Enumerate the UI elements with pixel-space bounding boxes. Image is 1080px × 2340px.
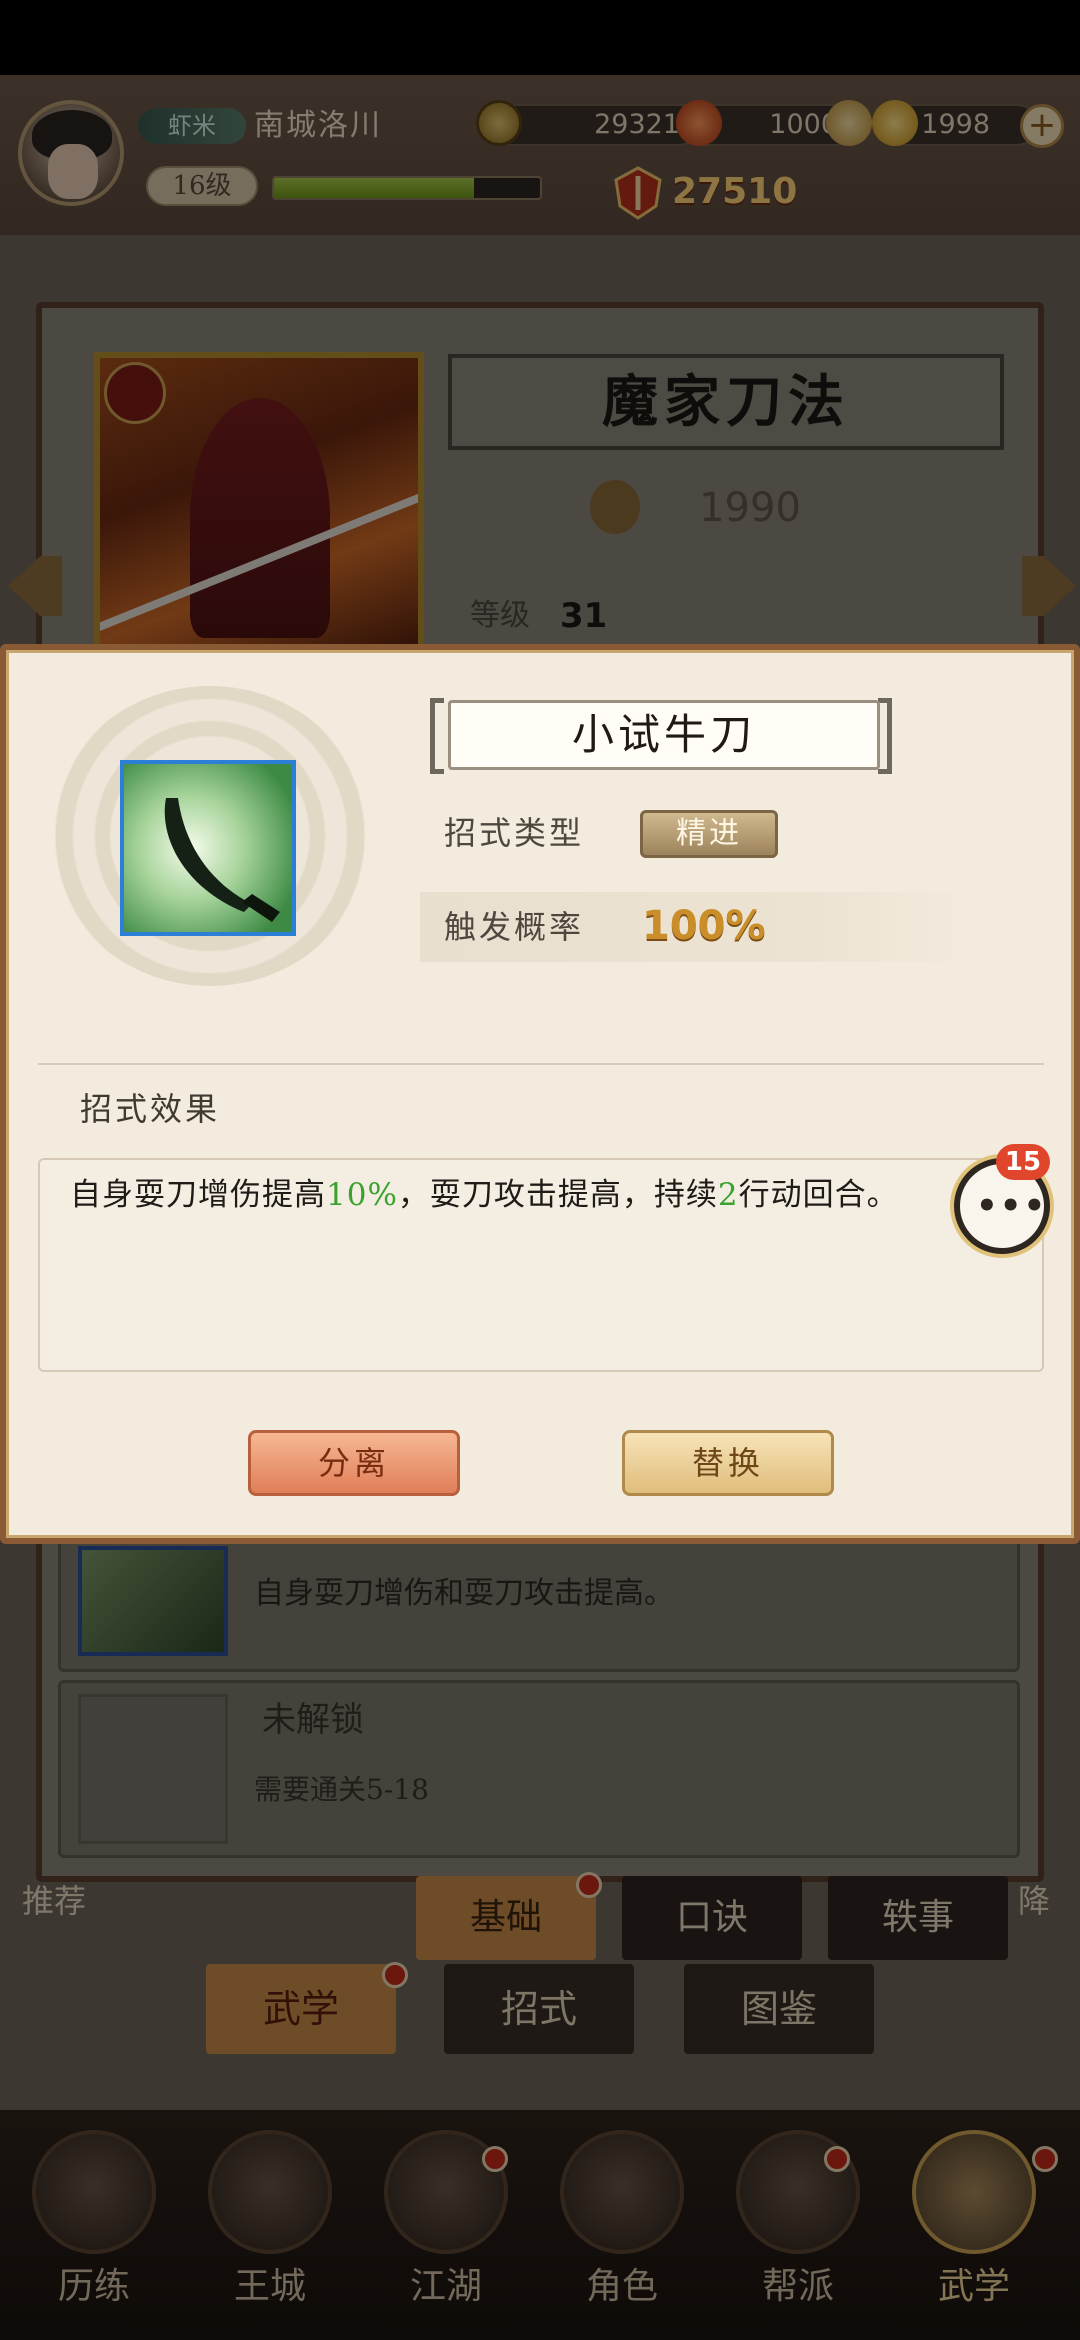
separate-button[interactable]: 分离 — [248, 1430, 460, 1496]
effect-value-percent: 10% — [326, 1177, 398, 1213]
left-bracket — [430, 698, 444, 774]
effect-title: 招式效果 — [80, 1090, 221, 1128]
skill-type-label: 招式类型 — [444, 814, 585, 852]
trigger-rate-value: 100% — [642, 903, 766, 949]
chat-unread-badge: 15 — [996, 1144, 1050, 1180]
skill-name: 小试牛刀 — [571, 710, 756, 759]
effect-value-turns: 2 — [717, 1177, 739, 1213]
skill-saber-icon — [120, 760, 296, 936]
trigger-rate-label: 触发概率 — [444, 908, 585, 946]
replace-button[interactable]: 替换 — [622, 1430, 834, 1496]
status-bar — [0, 0, 1080, 75]
right-bracket — [878, 698, 892, 774]
chat-bubble-icon: ••• — [976, 1186, 1048, 1226]
section-divider — [38, 1063, 1044, 1065]
effect-description: 自身耍刀增伤提高10%，耍刀攻击提高，持续2行动回合。 — [70, 1177, 899, 1213]
skill-type-badge: 精进 — [640, 810, 778, 858]
